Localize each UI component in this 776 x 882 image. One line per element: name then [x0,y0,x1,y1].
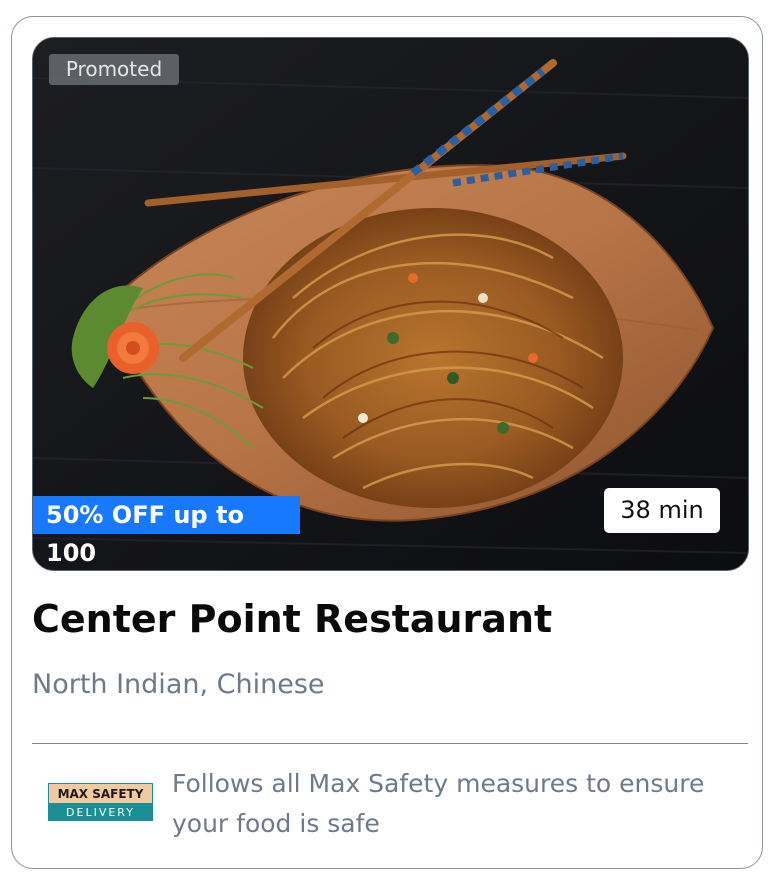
promoted-tag: Promoted [49,54,179,85]
safety-badge-line2: DELIVERY [66,806,135,819]
cuisine-list: North Indian, Chinese [32,669,325,700]
offer-badge: 50% OFF up to 100 [33,496,300,567]
restaurant-card[interactable]: Promoted 50% OFF up to 100 38 min Center… [11,16,763,869]
max-safety-badge-icon: MAX SAFETY DELIVERY [48,783,153,821]
safety-description: Follows all Max Safety measures to ensur… [172,769,705,838]
divider [32,743,748,744]
restaurant-image[interactable]: Promoted 50% OFF up to 100 38 min [32,37,749,571]
delivery-time-badge: 38 min [604,488,720,533]
safety-badge-line1: MAX SAFETY [58,787,144,801]
restaurant-name[interactable]: Center Point Restaurant [32,597,552,641]
